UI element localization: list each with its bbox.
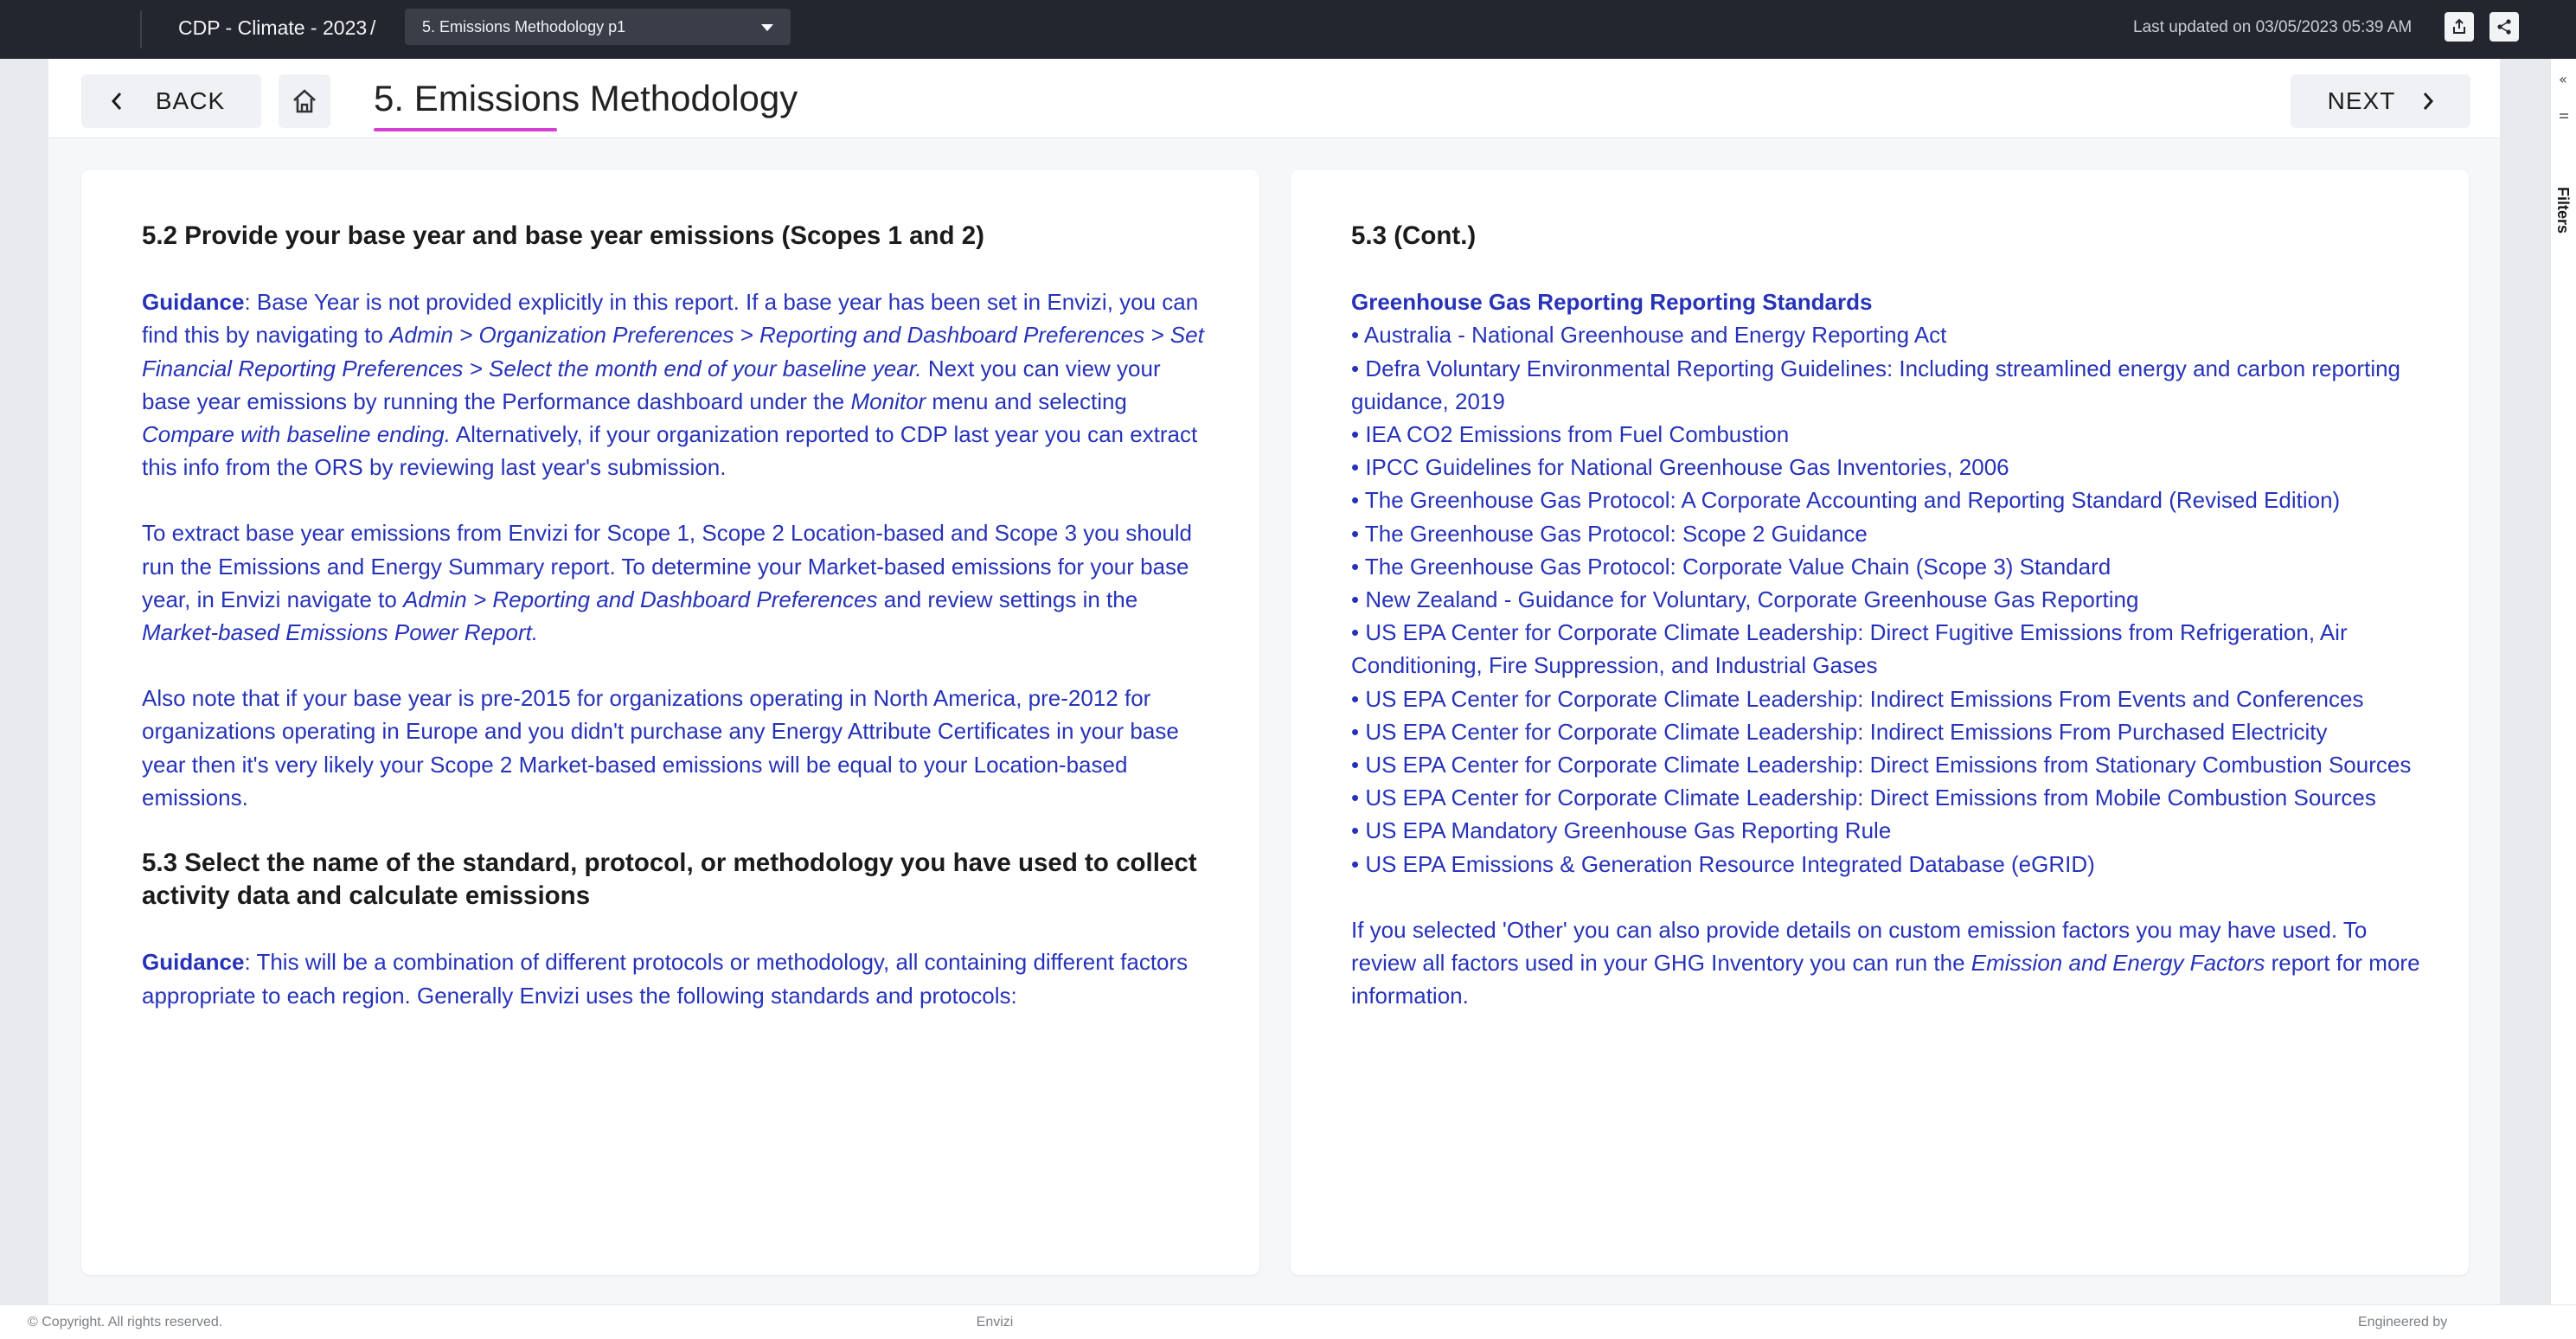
guidance-text: menu and selecting [926,388,1127,414]
standard-item: • US EPA Center for Corporate Climate Le… [1351,752,2412,778]
chevron-down-icon [761,24,773,31]
question-5-3-heading: 5.3 Select the name of the standard, pro… [142,849,1197,911]
footer: © Copyright. All rights reserved. Envizi… [0,1304,2576,1339]
topbar-divider [140,10,142,48]
page-header: BACK 5. Emissions Methodology NEXT [48,59,2500,138]
page-title: 5. Emissions Methodology [374,78,798,119]
filters-panel-toggle[interactable]: « Filters [2550,59,2576,1304]
standard-item: • US EPA Center for Corporate Climate Le… [1351,718,2328,745]
chevron-left-icon [111,93,122,110]
guidance-paragraph-2: To extract base year emissions from Envi… [142,516,1206,649]
standard-item: • The Greenhouse Gas Protocol: A Corpora… [1351,487,2341,514]
standard-item: • US EPA Emissions & Generation Resource… [1351,850,2095,877]
standard-item: • IEA CO2 Emissions from Fuel Combustion [1351,421,1790,448]
last-updated-text: Last updated on 03/05/2023 05:39 AM [2133,18,2413,36]
report-sheet: BACK 5. Emissions Methodology NEXT 5.2 P… [48,59,2500,1304]
guidance-paragraph-3: Also note that if your base year is pre-… [142,685,1179,810]
guidance-label: Guidance [142,949,245,976]
share-button[interactable] [2489,12,2519,42]
footer-brand: Envizi [976,1315,1014,1329]
standards-heading: Greenhouse Gas Reporting Reporting Stand… [1351,289,1873,316]
home-button[interactable] [279,74,330,128]
guidance-text: : This will be a combination of differen… [142,949,1189,1009]
back-button[interactable]: BACK [81,74,261,128]
report-name-text: Market-based Emissions Power Report. [142,619,539,646]
question-5-3-cont-heading: 5.3 (Cont.) [1351,221,1477,250]
guidance-card-right: 5.3 (Cont.) Greenhouse Gas Reporting Rep… [1291,170,2469,1275]
active-page-indicator [374,128,557,131]
standard-item: • US EPA Center for Corporate Climate Le… [1351,685,2364,712]
home-icon [293,89,316,113]
standard-item: • US EPA Center for Corporate Climate Le… [1351,619,2348,679]
export-button[interactable] [2445,12,2474,42]
standard-item: • IPCC Guidelines for National Greenhous… [1351,454,2009,481]
compare-baseline-text: Compare with baseline ending. [142,421,451,448]
export-icon [2453,18,2465,34]
filter-grip-icon [2560,113,2568,119]
menu-path-text: Admin > Reporting and Dashboard Preferen… [403,586,878,612]
left-rail [0,59,48,1304]
standards-list: • Australia - National Greenhouse and En… [1351,318,2424,880]
breadcrumb-separator: / [370,16,376,39]
page-select-value: 5. Emissions Methodology p1 [422,18,626,35]
next-button[interactable]: NEXT [2291,74,2470,128]
collapse-icon[interactable]: « [2559,71,2567,87]
question-5-2-heading: 5.2 Provide your base year and base year… [142,221,984,250]
other-factors-paragraph: If you selected 'Other' you can also pro… [1351,913,2424,1013]
guidance-label: Guidance [142,289,245,316]
right-gutter [2500,59,2550,1304]
back-label: BACK [155,87,226,114]
top-bar: CDP - Climate - 2023 / 5. Emissions Meth… [0,0,2576,59]
guidance-paragraph-4: Guidance: This will be a combination of … [142,945,1206,1011]
standard-item: • New Zealand - Guidance for Voluntary, … [1351,586,2139,613]
engineered-by-text: Engineered by [2358,1315,2448,1329]
standard-item: • US EPA Center for Corporate Climate Le… [1351,785,2376,811]
guidance-text: and review settings in the [877,586,1138,612]
filters-label[interactable]: Filters [2554,187,2572,234]
standard-item: • The Greenhouse Gas Protocol: Corporate… [1351,553,2111,580]
report-name-text: Emission and Energy Factors [1970,950,2265,977]
share-icon [2497,19,2511,35]
chevron-right-icon [2423,93,2434,110]
page-select-dropdown[interactable]: 5. Emissions Methodology p1 [405,9,791,45]
standard-item: • The Greenhouse Gas Protocol: Scope 2 G… [1351,520,1868,547]
app-title[interactable]: CDP - Climate - 2023 [178,12,367,43]
standard-item: • Australia - National Greenhouse and En… [1351,322,1947,349]
standard-item: • Defra Voluntary Environmental Reportin… [1351,355,2401,414]
guidance-card-left: 5.2 Provide your base year and base year… [81,170,1259,1275]
copyright-text: © Copyright. All rights reserved. [28,1315,223,1329]
standard-item: • US EPA Mandatory Greenhouse Gas Report… [1351,817,1892,844]
standards-block: Greenhouse Gas Reporting Reporting Stand… [1351,285,2424,318]
guidance-paragraph-1: Guidance: Base Year is not provided expl… [142,285,1206,484]
monitor-menu-text: Monitor [850,388,926,414]
next-label: NEXT [2327,87,2396,114]
